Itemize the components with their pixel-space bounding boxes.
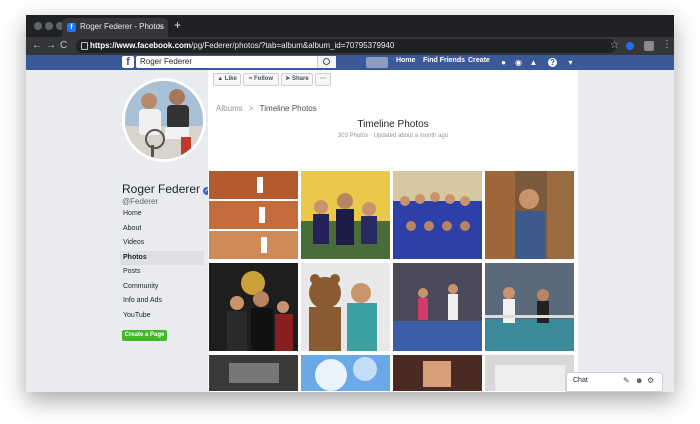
profile-photo-image xyxy=(125,81,203,159)
new-tab-button[interactable]: + xyxy=(174,18,181,32)
lock-icon xyxy=(81,42,88,50)
more-options-button[interactable]: ··· xyxy=(315,73,331,86)
follow-button[interactable]: ≈ Follow xyxy=(243,73,279,86)
page-nav-home[interactable]: Home xyxy=(120,207,204,222)
page-nav-videos[interactable]: Videos xyxy=(120,236,204,251)
breadcrumb-separator-icon: > xyxy=(248,104,254,113)
page-name: Roger Federer✓ xyxy=(122,182,212,196)
page-nav-info-and-ads[interactable]: Info and Ads xyxy=(120,294,204,309)
nav-create[interactable]: Create xyxy=(468,57,490,64)
profile-avatar-icon[interactable] xyxy=(644,41,654,51)
page-nav-community[interactable]: Community xyxy=(120,280,204,295)
page-handle: @Federer xyxy=(122,197,159,206)
browser-tab[interactable]: f Roger Federer - Photos × xyxy=(62,18,168,37)
photo-thumbnail[interactable] xyxy=(485,355,574,391)
photo-image xyxy=(485,355,574,391)
tab-title: Roger Federer - Photos xyxy=(80,22,165,31)
help-icon[interactable]: ? xyxy=(548,58,557,67)
compose-icon[interactable]: ✎ xyxy=(623,376,630,385)
search-button[interactable] xyxy=(317,56,336,68)
album-title: Timeline Photos xyxy=(357,119,429,130)
share-button[interactable]: ➤ Share xyxy=(281,73,313,86)
photo-grid xyxy=(209,171,576,391)
photo-image xyxy=(485,263,574,351)
photo-thumbnail[interactable] xyxy=(393,355,482,391)
photo-image xyxy=(393,171,482,259)
tab-strip: f Roger Federer - Photos × + xyxy=(26,15,674,37)
forward-icon[interactable]: → xyxy=(46,40,56,51)
reload-icon[interactable]: C xyxy=(60,40,67,51)
notifications-bell-icon[interactable]: ▲ xyxy=(529,58,538,67)
photo-thumbnail[interactable] xyxy=(209,355,298,391)
messenger-icon[interactable]: ◉ xyxy=(514,58,523,67)
photo-image xyxy=(209,263,298,351)
bookmark-star-icon[interactable]: ☆ xyxy=(610,40,619,51)
breadcrumb: Albums > Timeline Photos xyxy=(216,104,317,113)
tab-close-icon[interactable]: × xyxy=(158,21,163,31)
close-window-dot[interactable] xyxy=(34,22,42,30)
album-subtitle: 303 Photos · Updated about a month ago xyxy=(337,133,449,139)
breadcrumb-albums-link[interactable]: Albums xyxy=(216,104,243,113)
account-menu-caret-icon[interactable]: ▾ xyxy=(566,58,575,67)
photo-image xyxy=(209,355,298,391)
breadcrumb-current: Timeline Photos xyxy=(259,104,317,113)
photo-image xyxy=(301,263,390,351)
facebook-favicon-icon: f xyxy=(67,23,76,32)
photos-panel: ▲ Like ≈ Follow ➤ Share ··· Albums > Tim… xyxy=(208,70,578,392)
photo-thumbnail[interactable] xyxy=(485,171,574,259)
photo-thumbnail[interactable] xyxy=(485,263,574,351)
profile-picture[interactable] xyxy=(122,78,206,162)
search-icon xyxy=(323,58,330,65)
photo-thumbnail[interactable] xyxy=(301,263,390,351)
page-nav-youtube[interactable]: YouTube xyxy=(120,309,204,324)
photo-thumbnail[interactable] xyxy=(209,263,298,351)
page-nav: Home About Videos Photos Posts Community… xyxy=(120,207,204,323)
nav-find-friends[interactable]: Find Friends xyxy=(423,57,465,64)
photo-image xyxy=(301,171,390,259)
thumbs-up-icon: ▲ xyxy=(217,76,225,82)
url-text: https://www.facebook.com/pg/Federer/phot… xyxy=(90,41,395,50)
nav-home[interactable]: Home xyxy=(396,57,415,64)
browser-toolbar: ← → C https://www.facebook.com/pg/Federe… xyxy=(26,37,674,55)
user-avatar[interactable] xyxy=(366,57,388,68)
photo-thumbnail[interactable] xyxy=(393,263,482,351)
like-button[interactable]: ▲ Like xyxy=(213,73,241,86)
minimize-window-dot[interactable] xyxy=(45,22,53,30)
chat-label: Chat xyxy=(573,377,588,384)
new-group-icon[interactable]: ☻ xyxy=(635,376,643,385)
create-page-button[interactable]: Create a Page xyxy=(122,330,167,341)
page-sidebar: Roger Federer✓ @Federer Home About Video… xyxy=(26,70,212,392)
facebook-logo-icon[interactable]: f xyxy=(122,56,134,68)
browser-menu-icon[interactable]: ⋮ xyxy=(662,39,672,50)
share-arrow-icon: ➤ xyxy=(285,76,292,82)
back-icon[interactable]: ← xyxy=(32,40,42,51)
page-nav-posts[interactable]: Posts xyxy=(120,265,204,280)
friend-requests-icon[interactable]: ● xyxy=(499,58,508,67)
photo-image xyxy=(209,171,298,259)
photo-thumbnail[interactable] xyxy=(209,171,298,259)
extension-icon[interactable] xyxy=(626,42,634,50)
photo-thumbnail[interactable] xyxy=(393,171,482,259)
photo-thumbnail[interactable] xyxy=(301,355,390,391)
photo-image xyxy=(301,355,390,391)
photo-image xyxy=(393,355,482,391)
page-nav-about[interactable]: About xyxy=(120,222,204,237)
chat-bar[interactable]: Chat ✎ ☻ ⚙ xyxy=(566,372,663,392)
photo-image xyxy=(393,263,482,351)
search-value: Roger Federer xyxy=(140,57,193,66)
page-nav-photos[interactable]: Photos xyxy=(120,250,204,265)
facebook-search-input[interactable]: Roger Federer xyxy=(136,56,336,68)
photo-thumbnail[interactable] xyxy=(301,171,390,259)
browser-window: f Roger Federer - Photos × + ← → C https… xyxy=(26,15,674,392)
facebook-header: f Roger Federer Home Find Friends Create… xyxy=(26,55,674,70)
address-bar[interactable]: https://www.facebook.com/pg/Federer/phot… xyxy=(76,39,616,53)
chat-settings-gear-icon[interactable]: ⚙ xyxy=(647,376,654,385)
photo-image xyxy=(485,171,574,259)
